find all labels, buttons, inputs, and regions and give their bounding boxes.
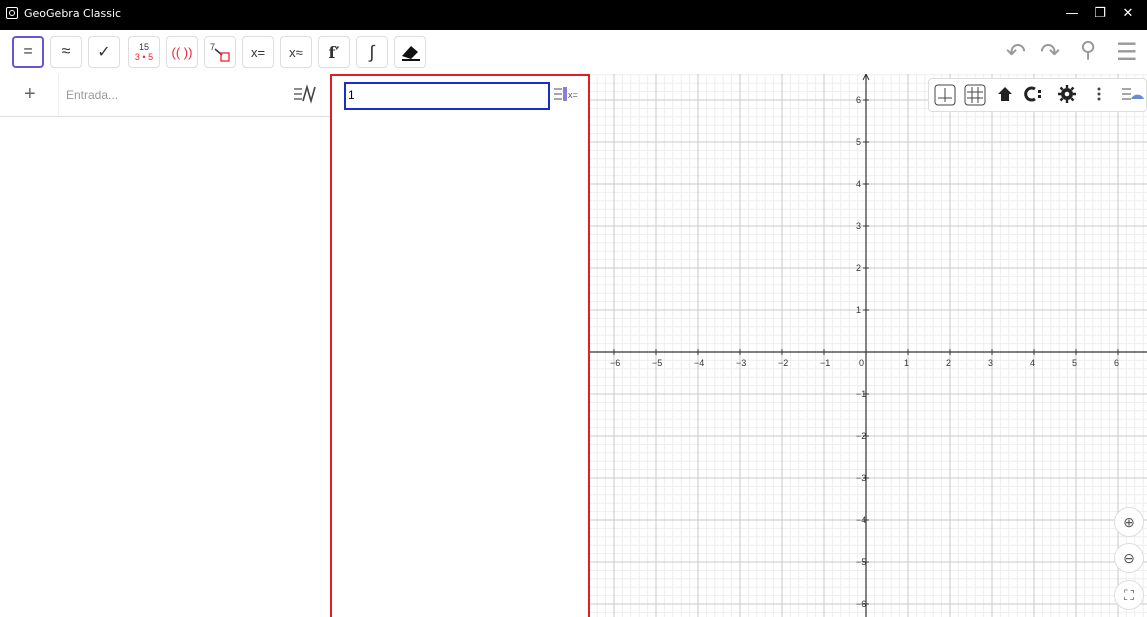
equal-button[interactable]: = — [12, 36, 44, 68]
check-label: ✓ — [97, 44, 111, 61]
expand-button[interactable]: (( )) — [166, 36, 198, 68]
graphics-view[interactable]: −6 −5 −4 −3 −2 −1 0 1 2 3 4 5 6 6 5 4 3 2 1 −1 −2 −3 −4 −5 −6 — [590, 74, 1147, 617]
y-tick-label: 2 — [856, 263, 861, 273]
x-tick-label: 3 — [988, 358, 993, 368]
y-tick-label: 5 — [856, 137, 861, 147]
add-icon[interactable]: + — [24, 83, 36, 106]
nsolve-button[interactable]: x≈ — [280, 36, 312, 68]
x-tick-label: −4 — [694, 358, 704, 368]
graphics-style-bar — [928, 78, 1147, 112]
cas-solve-text: x= — [568, 90, 578, 100]
style-bar-toggle-icon[interactable] — [1121, 84, 1145, 109]
derivative-label: f′ — [328, 42, 340, 62]
algebra-style-glyph — [294, 84, 316, 104]
x-tick-label: 1 — [904, 358, 909, 368]
x-tick-label: −1 — [820, 358, 830, 368]
y-tick-label: 1 — [856, 305, 861, 315]
integral-label: ∫ — [369, 41, 375, 62]
close-button[interactable]: ✕ — [1114, 2, 1142, 26]
menu-icon[interactable]: ☰ — [1116, 38, 1138, 66]
algebra-input-placeholder[interactable]: Entrada... — [66, 88, 118, 102]
grid-icon[interactable] — [964, 84, 986, 111]
cas-solve-icon[interactable]: x= — [554, 86, 580, 107]
equal-label: = — [23, 43, 33, 60]
nsolve-label: x≈ — [289, 44, 303, 60]
factor-top-label: 15 — [138, 42, 149, 52]
cas-view: 1 x= — [330, 74, 590, 617]
cas-solve-glyph: x= — [554, 87, 578, 101]
integral-button[interactable]: ∫ — [356, 36, 388, 68]
more-icon[interactable] — [1095, 84, 1103, 109]
settings-icon[interactable] — [1057, 84, 1077, 109]
algebra-view: + Entrada... — [0, 74, 330, 617]
geogebra-app-icon — [6, 7, 18, 19]
eraser-button[interactable] — [394, 36, 426, 68]
substitute-icon: 7 — [210, 42, 230, 62]
undo-icon[interactable]: ↶ — [1006, 38, 1026, 66]
approx-button[interactable]: ≈ — [50, 36, 82, 68]
cas-input-field[interactable]: 1 — [344, 82, 550, 110]
y-tick-label: 3 — [856, 221, 861, 231]
x-tick-label: −6 — [610, 358, 620, 368]
approx-label: ≈ — [61, 43, 71, 60]
coordinate-grid[interactable]: −6 −5 −4 −3 −2 −1 0 1 2 3 4 5 6654321−1−2−3−4−5−6 — [590, 74, 1147, 617]
solve-label: x= — [250, 44, 266, 60]
x-tick-label: 2 — [946, 358, 951, 368]
divider — [58, 74, 59, 116]
fullscreen-icon: ⛶ — [1124, 586, 1134, 603]
eraser-icon — [402, 46, 420, 61]
axes-icon[interactable] — [934, 84, 956, 111]
zoom-in-icon: ⊕ — [1123, 513, 1135, 530]
x-tick-label: 6 — [1114, 358, 1119, 368]
minimize-button[interactable]: — — [1058, 2, 1086, 26]
derivative-button[interactable]: f′ — [318, 36, 350, 68]
algebra-input-row[interactable]: + Entrada... — [0, 74, 330, 117]
home-icon[interactable] — [995, 84, 1015, 109]
zoom-in-button[interactable]: ⊕ — [1114, 507, 1144, 537]
redo-icon[interactable]: ↷ — [1040, 38, 1060, 66]
x-tick-label: 0 — [859, 358, 864, 368]
x-tick-label: −2 — [778, 358, 788, 368]
substitute-digit: 7 — [210, 42, 215, 52]
cas-toolbar: = ≈ ✓ 15 3 • 5 (( )) 7 x= x≈ f′ ∫ ↶ ↷ ⚲ … — [0, 30, 1147, 74]
x-tick-label: 5 — [1072, 358, 1077, 368]
factor-button[interactable]: 15 3 • 5 — [128, 36, 160, 68]
algebra-style-icon[interactable] — [292, 84, 320, 106]
x-tick-label: 4 — [1030, 358, 1035, 368]
zoom-out-icon: ⊖ — [1123, 549, 1135, 566]
x-tick-label: −3 — [736, 358, 746, 368]
window-title: GeoGebra Classic — [24, 7, 122, 20]
restore-button[interactable]: ❐ — [1086, 2, 1114, 26]
substitute-button[interactable]: 7 — [204, 36, 236, 68]
zoom-out-button[interactable]: ⊖ — [1114, 543, 1144, 573]
y-tick-label: 4 — [856, 179, 861, 189]
y-tick-label: 6 — [856, 95, 861, 105]
x-tick-label: −5 — [652, 358, 662, 368]
fullscreen-button[interactable]: ⛶ — [1114, 580, 1144, 610]
capture-icon[interactable] — [1021, 84, 1045, 109]
factor-bottom-label: 3 • 5 — [134, 52, 154, 62]
title-bar: GeoGebra Classic — ❐ ✕ — [0, 0, 1147, 30]
check-button[interactable]: ✓ — [88, 36, 120, 68]
expand-label: (( )) — [171, 44, 193, 60]
solve-button[interactable]: x= — [242, 36, 274, 68]
search-icon[interactable]: ⚲ — [1080, 38, 1096, 63]
